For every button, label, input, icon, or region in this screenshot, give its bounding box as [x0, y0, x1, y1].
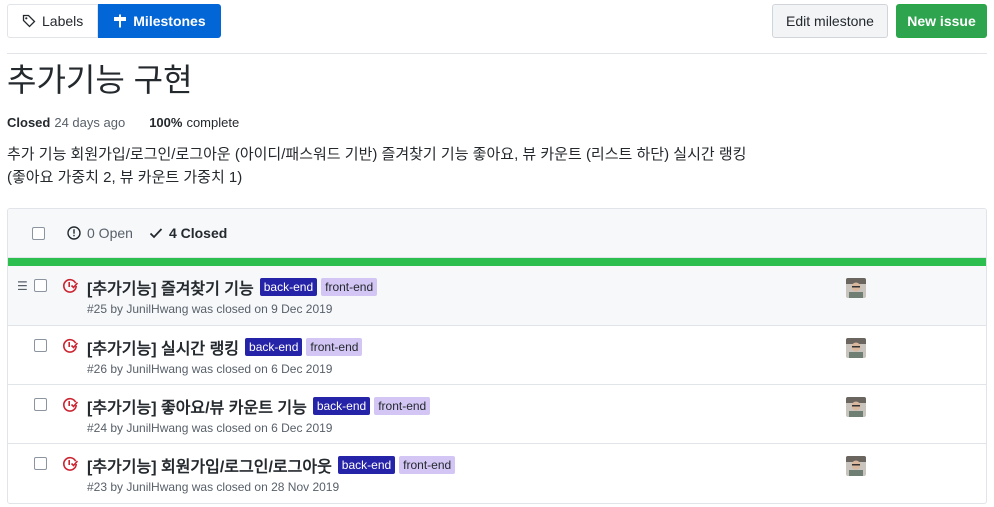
- issue-label[interactable]: front-end: [374, 397, 431, 415]
- issue-title-line: [추가기능] 좋아요/뷰 카운트 기능 back-end front-end: [87, 394, 431, 418]
- issues-box: 0 Open 4 Closed ☰ [추가기능] 즐겨찾기 기능 back-end f…: [7, 208, 987, 504]
- open-filter[interactable]: 0 Open: [67, 225, 133, 241]
- issue-meta: #24 by JunilHwang was closed on 6 Dec 20…: [87, 421, 333, 435]
- issue-closed-icon: [63, 278, 78, 293]
- issue-label[interactable]: back-end: [337, 456, 396, 474]
- labels-tab-label: Labels: [42, 13, 84, 29]
- issue-checkbox[interactable]: [34, 279, 47, 292]
- issue-label[interactable]: front-end: [321, 278, 378, 296]
- milestone-description: 추가 기능 회원가입/로그인/로그아운 (아이디/패스워드 기반) 즐겨찾기 기…: [7, 146, 747, 186]
- state-filters: 0 Open 4 Closed: [67, 225, 227, 241]
- issue-closed-icon: [63, 397, 78, 412]
- milestone-title: 추가기능 구현: [7, 62, 193, 98]
- milestone-percent: 100%: [149, 115, 183, 130]
- new-issue-button[interactable]: New issue: [896, 4, 987, 38]
- issue-title[interactable]: [추가기능] 실시간 랭킹: [87, 335, 239, 359]
- issue-title-line: [추가기능] 회원가입/로그인/로그아웃 back-end front-end: [87, 453, 456, 477]
- issue-checkbox[interactable]: [34, 339, 47, 352]
- issue-row[interactable]: [추가기능] 실시간 랭킹 back-end front-end #26 by Jun…: [8, 325, 986, 384]
- assignee-avatar[interactable]: [846, 456, 866, 476]
- labels-tab[interactable]: Labels: [7, 4, 99, 38]
- milestone-icon: [114, 14, 127, 28]
- tag-icon: [22, 14, 36, 28]
- issue-title[interactable]: [추가기능] 즐겨찾기 기능: [87, 275, 254, 299]
- check-icon: [149, 228, 163, 239]
- issue-title[interactable]: [추가기능] 좋아요/뷰 카운트 기능: [87, 394, 307, 418]
- issue-checkbox[interactable]: [34, 457, 47, 470]
- closed-filter[interactable]: 4 Closed: [149, 225, 227, 241]
- closed-count: 4 Closed: [168, 225, 228, 241]
- milestone-closed-ago: 24 days ago: [54, 115, 126, 130]
- issue-list: ☰ [추가기능] 즐겨찾기 기능 back-end front-end #25 by J…: [8, 266, 986, 502]
- milestone-meta: Closed 24 days ago 100% complete: [7, 115, 239, 130]
- milestones-tab[interactable]: Milestones: [98, 4, 221, 38]
- issue-row[interactable]: [추가기능] 좋아요/뷰 카운트 기능 back-end front-end #24 …: [8, 384, 986, 443]
- issue-row[interactable]: ☰ [추가기능] 즐겨찾기 기능 back-end front-end #25 by J…: [8, 266, 986, 325]
- issue-label[interactable]: back-end: [259, 278, 318, 296]
- open-count: 0 Open: [87, 225, 133, 241]
- issue-label[interactable]: front-end: [306, 338, 363, 356]
- issue-label[interactable]: front-end: [399, 456, 456, 474]
- issues-header: 0 Open 4 Closed: [8, 209, 986, 258]
- issue-meta: #26 by JunilHwang was closed on 6 Dec 20…: [87, 362, 333, 376]
- issue-title-line: [추가기능] 즐겨찾기 기능 back-end front-end: [87, 275, 378, 299]
- issue-opened-icon: [67, 226, 81, 240]
- assignee-avatar[interactable]: [846, 278, 866, 298]
- issue-checkbox[interactable]: [34, 398, 47, 411]
- subnav: Labels Milestones: [7, 4, 221, 38]
- issue-closed-icon: [63, 456, 78, 471]
- issue-row[interactable]: [추가기능] 회원가입/로그인/로그아웃 back-end front-end #23…: [8, 443, 986, 502]
- milestone-complete-label: complete: [186, 115, 240, 130]
- edit-milestone-button[interactable]: Edit milestone: [772, 4, 888, 38]
- issue-label[interactable]: back-end: [312, 397, 371, 415]
- issue-title-line: [추가기능] 실시간 랭킹 back-end front-end: [87, 335, 363, 359]
- milestones-tab-label: Milestones: [133, 13, 206, 29]
- progress-bar: [8, 258, 986, 266]
- issue-label[interactable]: back-end: [245, 338, 303, 356]
- issue-meta: #25 by JunilHwang was closed on 9 Dec 20…: [87, 302, 333, 316]
- drag-handle-icon[interactable]: ☰: [17, 279, 28, 293]
- milestone-status: Closed: [7, 115, 51, 130]
- issue-title[interactable]: [추가기능] 회원가입/로그인/로그아웃: [87, 453, 332, 477]
- header-divider: [7, 53, 987, 54]
- assignee-avatar[interactable]: [846, 397, 866, 417]
- issue-meta: #23 by JunilHwang was closed on 28 Nov 2…: [87, 480, 340, 494]
- assignee-avatar[interactable]: [846, 338, 866, 358]
- select-all-checkbox[interactable]: [32, 226, 45, 240]
- issue-closed-icon: [63, 338, 78, 353]
